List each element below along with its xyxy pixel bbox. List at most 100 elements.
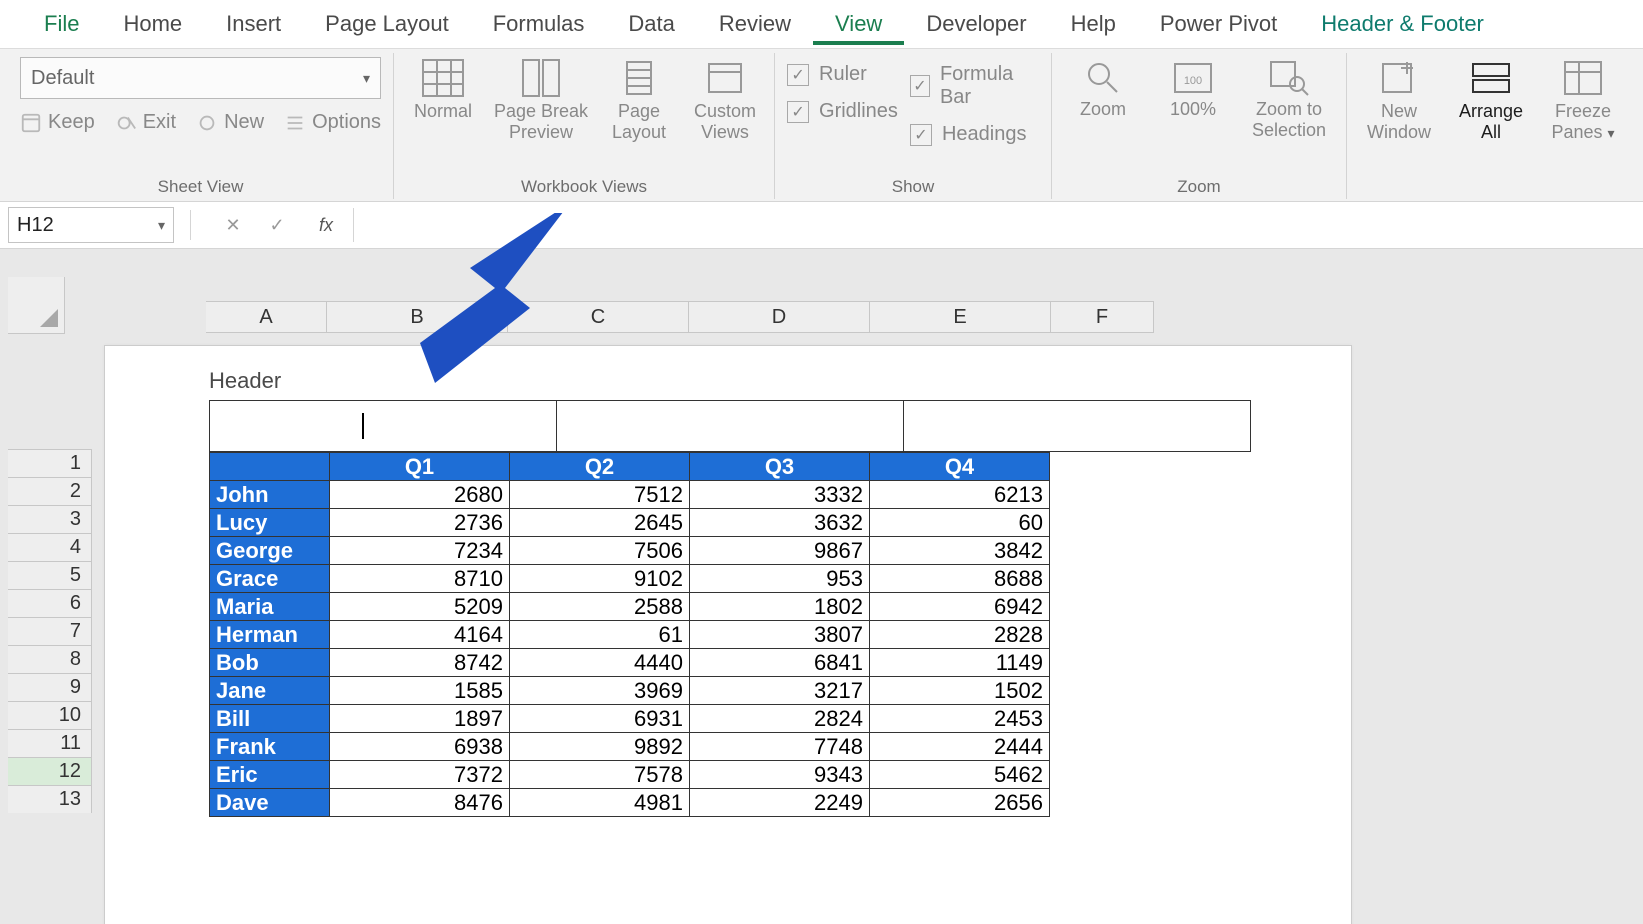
- row-header[interactable]: 10: [8, 701, 92, 729]
- gridlines-checkbox[interactable]: Gridlines: [787, 100, 898, 123]
- data-cell[interactable]: 2824: [690, 705, 870, 733]
- exit-button[interactable]: Exit: [115, 111, 176, 134]
- table-row[interactable]: Jane1585396932171502: [210, 677, 1050, 705]
- select-all-corner[interactable]: [8, 277, 65, 334]
- custom-views-button[interactable]: Custom Views: [688, 57, 762, 142]
- table-row[interactable]: Bill1897693128242453: [210, 705, 1050, 733]
- data-table[interactable]: Q1Q2Q3Q4John2680751233326213Lucy27362645…: [209, 452, 1050, 817]
- data-cell[interactable]: 2828: [870, 621, 1050, 649]
- sheet-view-combo[interactable]: Default ▾: [20, 57, 381, 99]
- header-left-box[interactable]: [209, 400, 557, 452]
- tab-page-layout[interactable]: Page Layout: [303, 3, 471, 45]
- new-button[interactable]: New: [196, 111, 264, 134]
- table-row[interactable]: George7234750698673842: [210, 537, 1050, 565]
- data-cell[interactable]: 7748: [690, 733, 870, 761]
- table-header-cell[interactable]: Q1: [330, 453, 510, 481]
- tab-review[interactable]: Review: [697, 3, 813, 45]
- table-row[interactable]: Eric7372757893435462: [210, 761, 1050, 789]
- row-name-cell[interactable]: Maria: [210, 593, 330, 621]
- row-header[interactable]: 4: [8, 533, 92, 561]
- row-header[interactable]: 1: [8, 449, 92, 477]
- row-header[interactable]: 2: [8, 477, 92, 505]
- row-header[interactable]: 6: [8, 589, 92, 617]
- data-cell[interactable]: 3969: [510, 677, 690, 705]
- freeze-panes-button[interactable]: * Freeze Panes ▾: [1543, 57, 1623, 142]
- row-name-cell[interactable]: Grace: [210, 565, 330, 593]
- header-center-box[interactable]: [557, 400, 904, 452]
- table-header-cell[interactable]: Q4: [870, 453, 1050, 481]
- data-cell[interactable]: 9867: [690, 537, 870, 565]
- table-row[interactable]: John2680751233326213: [210, 481, 1050, 509]
- data-cell[interactable]: 6938: [330, 733, 510, 761]
- tab-insert[interactable]: Insert: [204, 3, 303, 45]
- table-header-cell[interactable]: Q2: [510, 453, 690, 481]
- row-name-cell[interactable]: Bill: [210, 705, 330, 733]
- zoom-button[interactable]: Zoom: [1064, 57, 1142, 120]
- data-cell[interactable]: 2736: [330, 509, 510, 537]
- data-cell[interactable]: 6213: [870, 481, 1050, 509]
- data-cell[interactable]: 7512: [510, 481, 690, 509]
- tab-formulas[interactable]: Formulas: [471, 3, 607, 45]
- tab-header-footer[interactable]: Header & Footer: [1299, 3, 1506, 45]
- data-cell[interactable]: 2453: [870, 705, 1050, 733]
- zoom-to-selection-button[interactable]: Zoom to Selection: [1244, 57, 1334, 140]
- data-cell[interactable]: 2444: [870, 733, 1050, 761]
- table-row[interactable]: Bob8742444068411149: [210, 649, 1050, 677]
- data-cell[interactable]: 3807: [690, 621, 870, 649]
- row-header[interactable]: 11: [8, 729, 92, 757]
- headings-checkbox[interactable]: Headings: [910, 123, 1039, 146]
- normal-view-button[interactable]: Normal: [406, 57, 480, 122]
- new-window-button[interactable]: New Window: [1359, 57, 1439, 142]
- row-name-cell[interactable]: Jane: [210, 677, 330, 705]
- data-cell[interactable]: 9102: [510, 565, 690, 593]
- column-header[interactable]: B: [327, 302, 508, 332]
- data-cell[interactable]: 2656: [870, 789, 1050, 817]
- row-header[interactable]: 3: [8, 505, 92, 533]
- formula-bar-checkbox[interactable]: Formula Bar: [910, 63, 1039, 109]
- table-row[interactable]: Frank6938989277482444: [210, 733, 1050, 761]
- row-name-cell[interactable]: Bob: [210, 649, 330, 677]
- data-cell[interactable]: 7372: [330, 761, 510, 789]
- row-name-cell[interactable]: Dave: [210, 789, 330, 817]
- data-cell[interactable]: 8476: [330, 789, 510, 817]
- data-cell[interactable]: 7506: [510, 537, 690, 565]
- row-header[interactable]: 5: [8, 561, 92, 589]
- data-cell[interactable]: 953: [690, 565, 870, 593]
- enter-formula-button[interactable]: ✓: [255, 208, 299, 242]
- options-button[interactable]: Options: [284, 111, 381, 134]
- data-cell[interactable]: 9343: [690, 761, 870, 789]
- data-cell[interactable]: 6931: [510, 705, 690, 733]
- page-layout-view-button[interactable]: Page Layout: [602, 57, 676, 142]
- row-header[interactable]: 12: [8, 757, 92, 785]
- row-name-cell[interactable]: Lucy: [210, 509, 330, 537]
- row-name-cell[interactable]: Frank: [210, 733, 330, 761]
- table-header-cell[interactable]: Q3: [690, 453, 870, 481]
- data-cell[interactable]: 5209: [330, 593, 510, 621]
- data-cell[interactable]: 2588: [510, 593, 690, 621]
- data-cell[interactable]: 1897: [330, 705, 510, 733]
- tab-view[interactable]: View: [813, 3, 904, 45]
- tab-help[interactable]: Help: [1049, 3, 1138, 45]
- column-header[interactable]: C: [508, 302, 689, 332]
- formula-input[interactable]: [353, 208, 1643, 242]
- page-break-preview-button[interactable]: Page Break Preview: [492, 57, 590, 142]
- data-cell[interactable]: 1802: [690, 593, 870, 621]
- table-row[interactable]: Lucy27362645363260: [210, 509, 1050, 537]
- row-name-cell[interactable]: Eric: [210, 761, 330, 789]
- data-cell[interactable]: 8742: [330, 649, 510, 677]
- table-row[interactable]: Herman41646138072828: [210, 621, 1050, 649]
- table-row[interactable]: Maria5209258818026942: [210, 593, 1050, 621]
- data-cell[interactable]: 7234: [330, 537, 510, 565]
- data-cell[interactable]: 4981: [510, 789, 690, 817]
- header-right-box[interactable]: [904, 400, 1251, 452]
- tab-data[interactable]: Data: [606, 3, 696, 45]
- row-name-cell[interactable]: Herman: [210, 621, 330, 649]
- data-cell[interactable]: 3842: [870, 537, 1050, 565]
- data-cell[interactable]: 8710: [330, 565, 510, 593]
- tab-power-pivot[interactable]: Power Pivot: [1138, 3, 1299, 45]
- data-cell[interactable]: 1585: [330, 677, 510, 705]
- tab-file[interactable]: File: [22, 3, 101, 45]
- arrange-all-button[interactable]: Arrange All: [1451, 57, 1531, 142]
- tab-home[interactable]: Home: [101, 3, 204, 45]
- name-box[interactable]: H12 ▾: [8, 207, 174, 243]
